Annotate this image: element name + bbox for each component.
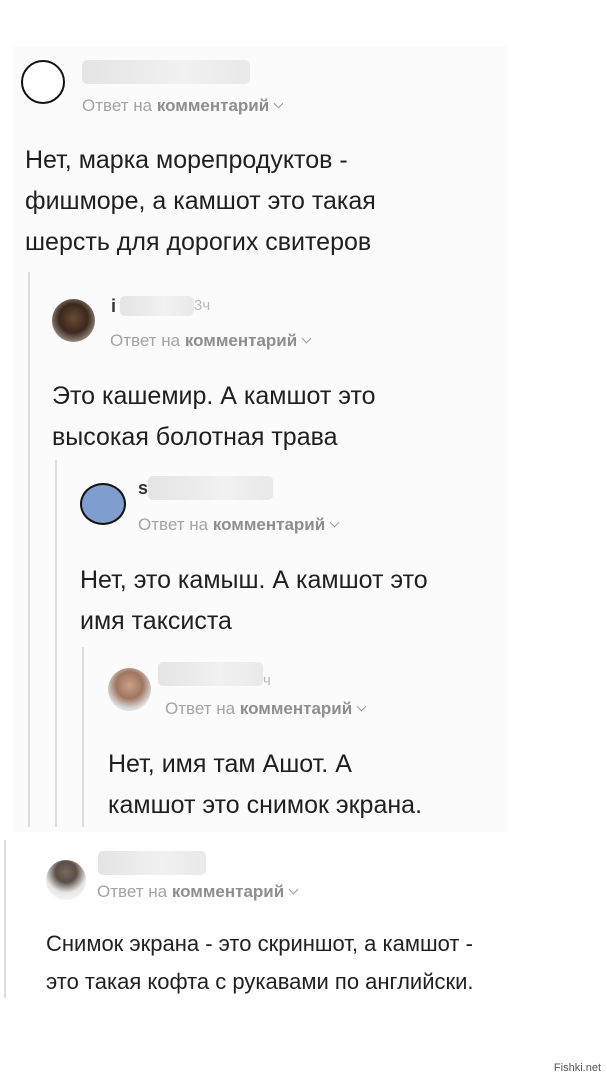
username-redacted [158,662,263,686]
comment-text: Нет, это камыш. А камшот это имя таксист… [80,566,428,635]
reply-to-link[interactable]: комментарий [213,515,325,534]
username-redacted [120,296,194,316]
timestamp: 3ч [194,297,211,314]
avatar-empty-circle[interactable] [21,60,65,104]
avatar-photo[interactable] [46,860,86,900]
chevron-down-icon[interactable] [356,701,367,712]
chevron-down-icon[interactable] [329,517,340,528]
username-redacted [82,60,250,84]
username-redacted [148,476,273,500]
reply-to-link[interactable]: комментарий [185,331,297,350]
reply-to-link[interactable]: комментарий [157,96,269,115]
reply-line-1 [28,272,30,827]
username-initial: s [138,478,149,498]
reply-to-comment[interactable]: Ответ на комментарий [97,882,299,902]
chevron-down-icon[interactable] [301,333,312,344]
comment-text: Снимок экрана - это скриншот, а камшот -… [46,931,474,994]
reply-line-4 [4,840,6,998]
comment-text: Нет, марка морепродуктов - фишморе, а ка… [25,146,376,256]
reply-to-comment[interactable]: Ответ на комментарий [165,699,367,719]
avatar-photo[interactable] [108,668,151,711]
chevron-down-icon[interactable] [288,884,299,895]
reply-to-comment[interactable]: Ответ на комментарий [82,96,284,116]
avatar-blue-circle[interactable] [80,483,126,525]
username-initial: i [111,296,117,316]
reply-line-2 [55,460,57,827]
reply-to-link[interactable]: комментарий [172,882,284,901]
reply-line-3 [82,647,84,827]
avatar-photo[interactable] [52,299,95,342]
reply-to-comment[interactable]: Ответ на комментарий [110,331,312,351]
timestamp: ч [263,672,271,689]
watermark: Fishki.net [553,1062,601,1074]
comment-text: Это кашемир. А камшот это высокая болотн… [52,382,376,451]
chevron-down-icon[interactable] [273,98,284,109]
reply-to-link[interactable]: комментарий [240,699,352,718]
reply-to-comment[interactable]: Ответ на комментарий [138,515,340,535]
comment-text: Нет, имя там Ашот. А камшот это снимок э… [108,750,423,819]
username-redacted [98,851,206,875]
